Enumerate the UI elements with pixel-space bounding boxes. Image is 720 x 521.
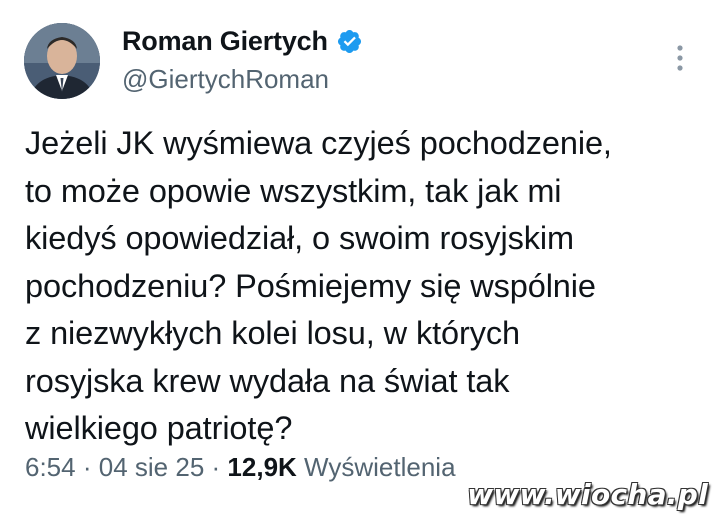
- avatar-photo: [24, 23, 100, 99]
- meta-separator: ·: [82, 452, 92, 482]
- views-label: Wyświetlenia: [304, 452, 456, 482]
- avatar[interactable]: [24, 23, 100, 99]
- verified-badge-icon: [336, 28, 363, 55]
- author-handle[interactable]: @GiertychRoman: [122, 64, 329, 95]
- tweet-text: Jeżeli JK wyśmiewa czyjeś pochodzenie, t…: [25, 125, 612, 446]
- meta-separator: ·: [211, 452, 221, 482]
- tweet-meta: 6:54 · 04 sie 25 · 12,9K Wyświetlenia: [25, 452, 456, 483]
- tweet-time[interactable]: 6:54: [25, 452, 76, 482]
- watermark: www.wiocha.pl: [467, 478, 708, 511]
- author-name-row: Roman Giertych: [122, 26, 363, 57]
- more-vertical-icon[interactable]: [672, 40, 688, 80]
- views-count: 12,9K: [227, 452, 297, 482]
- author-name[interactable]: Roman Giertych: [122, 26, 328, 57]
- tweet-date[interactable]: 04 sie 25: [99, 452, 205, 482]
